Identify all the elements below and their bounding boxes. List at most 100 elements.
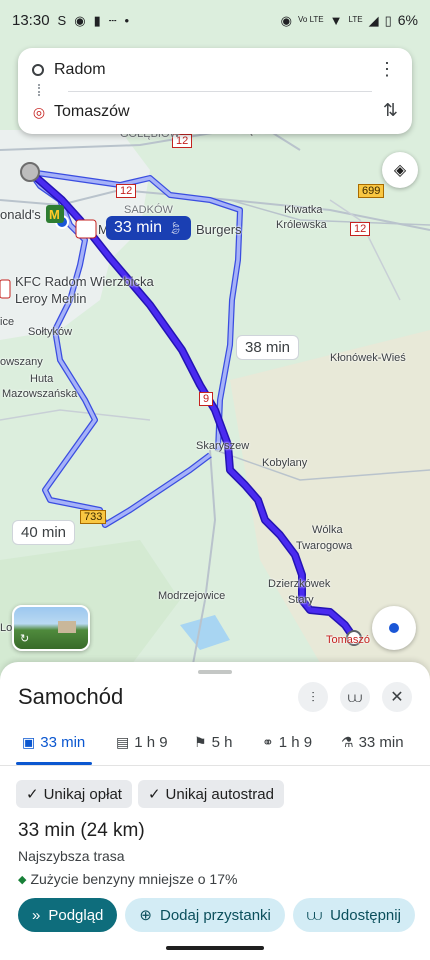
battery-icon: ▯ (384, 12, 392, 28)
location-icon: ◉ (280, 12, 292, 28)
route-description: Najszybsza trasa (18, 848, 125, 864)
route-badge-main[interactable]: 33 min 🍃︎ (106, 216, 192, 240)
messenger-icon: ◉ (74, 12, 86, 28)
label-owszany: owszany (0, 356, 43, 368)
road-shield-733: 733 (80, 510, 107, 524)
label-mcdonalds[interactable]: onald's (0, 207, 41, 222)
tab-car-label: 33 min (40, 734, 86, 751)
label-soltykow: Sołtyków (28, 326, 73, 338)
share-route-button[interactable]: ⩊ (340, 682, 370, 712)
layers-button[interactable]: ◈ (382, 152, 418, 188)
label-kfc[interactable]: KFC Radom Wierzbicka (15, 274, 154, 289)
lte-icon: LTE (348, 15, 363, 24)
destination-input[interactable]: Tomaszów (54, 103, 130, 121)
skype-icon: S (57, 12, 67, 28)
directions-sheet: Samochód ⫶ ⩊ ✕ ▣ 33 min ▤ 1 h 9 ⚑ 5 h ⚭ … (0, 662, 430, 960)
origin-dot-icon (32, 64, 44, 76)
share-small-icon: ⩊ (306, 906, 323, 924)
label-modrzejowice: Modrzejowice (158, 590, 226, 602)
chip-avoid-tolls[interactable]: ✓ Unikaj opłat (16, 780, 132, 808)
tab-ride-label: 33 min (358, 734, 404, 751)
more-icon: ┄ (108, 12, 117, 28)
more-options-icon[interactable]: ⋮ (378, 60, 396, 78)
route-option-chips: ✓ Unikaj opłat ✓ Unikaj autostrad (16, 780, 284, 808)
tab-ride[interactable]: ⚗ 33 min (341, 734, 404, 751)
dot-icon: • (124, 12, 130, 28)
label-dzierzkowek: Dzierzkówek (268, 578, 331, 590)
status-time: 13:30 (12, 11, 50, 29)
label-ice: ice (0, 316, 15, 328)
label-krolewska: Królewska (276, 219, 327, 231)
route-badge-main-text: 33 min (114, 219, 163, 236)
label-sadkow: SADKÓW (124, 204, 173, 216)
label-wolka: Wólka (312, 524, 343, 536)
label-skaryszew: Skaryszew (196, 440, 250, 452)
transit-icon: ▤ (116, 734, 130, 750)
label-kobylany: Kobylany (262, 457, 308, 469)
destination-row[interactable]: ◎ Tomaszów (32, 92, 398, 132)
destination-pin-icon: ◎ (32, 103, 46, 120)
tab-bike[interactable]: ⚭ 1 h 9 (262, 734, 312, 751)
route-badge-alt2[interactable]: 40 min (12, 520, 76, 545)
label-leroy[interactable]: Leroy Merlin (15, 291, 87, 306)
label-stary: Stary (288, 594, 314, 606)
origin-input[interactable]: Radom (54, 61, 106, 79)
share-button[interactable]: ⩊ Udostępnij (292, 898, 415, 932)
share-icon: ⩊ (347, 688, 363, 705)
chip-avoid-highways-label: Unikaj autostrad (165, 785, 274, 803)
route-distance: (24 km) (80, 820, 145, 841)
my-location-button[interactable] (372, 606, 416, 650)
location-dot-icon (389, 623, 399, 633)
swap-icon[interactable]: ⇅ (383, 100, 398, 121)
sheet-drag-handle[interactable] (198, 670, 232, 674)
label-twarogowa: Twarogowa (296, 540, 353, 552)
label-klonowek: Kłonówek-Wieś (330, 352, 406, 364)
chip-avoid-tolls-label: Unikaj opłat (43, 785, 122, 803)
label-lo: Lo (0, 622, 13, 634)
label-mazowszanska: Mazowszańska (2, 388, 78, 400)
signal-icon: ◢ (368, 12, 379, 28)
tab-car[interactable]: ▣ 33 min (22, 734, 85, 751)
share-button-label: Udostępnij (330, 906, 401, 924)
label-burgers[interactable]: Burgers (196, 222, 242, 237)
route-options-button[interactable]: ⫶ (298, 682, 328, 712)
wifi-icon: ▼ (329, 12, 343, 28)
tab-transit[interactable]: ▤ 1 h 9 (116, 734, 168, 751)
tab-walk[interactable]: ⚑ 5 h (194, 734, 232, 751)
eco-info-text: Zużycie benzyny mniejsze o 17% (30, 871, 238, 887)
add-stops-button-label: Dodaj przystanki (159, 906, 271, 924)
origin-row[interactable]: Radom (32, 50, 398, 90)
route-summary: 33 min (24 km) (18, 820, 145, 842)
close-icon: ✕ (390, 689, 404, 706)
route-duration: 33 min (18, 820, 76, 841)
preview-button[interactable]: » Podgląd (18, 898, 118, 932)
check-icon: ✓ (26, 786, 39, 803)
sim-icon: ▮ (93, 12, 101, 28)
tab-bike-label: 1 h 9 (278, 734, 313, 751)
battery-level: 6% (397, 12, 418, 28)
street-view-thumbnail[interactable]: ↻ (12, 605, 90, 651)
preview-button-label: Podgląd (48, 906, 104, 924)
street-view-house (58, 621, 76, 633)
close-button[interactable]: ✕ (382, 682, 412, 712)
action-buttons: » Podgląd ⊕ Dodaj przystanki ⩊ Udostępni… (18, 898, 415, 932)
check-icon: ✓ (147, 786, 161, 803)
add-stops-button[interactable]: ⊕ Dodaj przystanki (125, 898, 285, 932)
ride-icon: ⚗ (341, 734, 354, 750)
sheet-title: Samochód (18, 684, 124, 709)
label-tomaszow: Tomaszó (326, 634, 371, 646)
road-shield-12b: 12 (116, 184, 137, 198)
tab-transit-label: 1 h 9 (134, 734, 168, 751)
chip-avoid-highways[interactable]: ✓ Unikaj autostrad (137, 780, 284, 808)
svg-text:M: M (49, 207, 60, 222)
route-badge-alt1[interactable]: 38 min (236, 335, 300, 360)
label-huta: Huta (30, 373, 54, 385)
tab-walk-label: 5 h (211, 734, 233, 751)
gesture-nav-bar[interactable] (166, 946, 264, 950)
car-icon: ▣ (22, 734, 36, 750)
eco-info: ◆ Zużycie benzyny mniejsze o 17% (18, 871, 237, 887)
walk-icon: ⚑ (194, 734, 207, 750)
tabs-divider (0, 765, 430, 766)
add-stop-icon: ⊕ (139, 907, 152, 924)
directions-card: Radom ◎ Tomaszów ⋮ ⇅ (18, 48, 412, 134)
